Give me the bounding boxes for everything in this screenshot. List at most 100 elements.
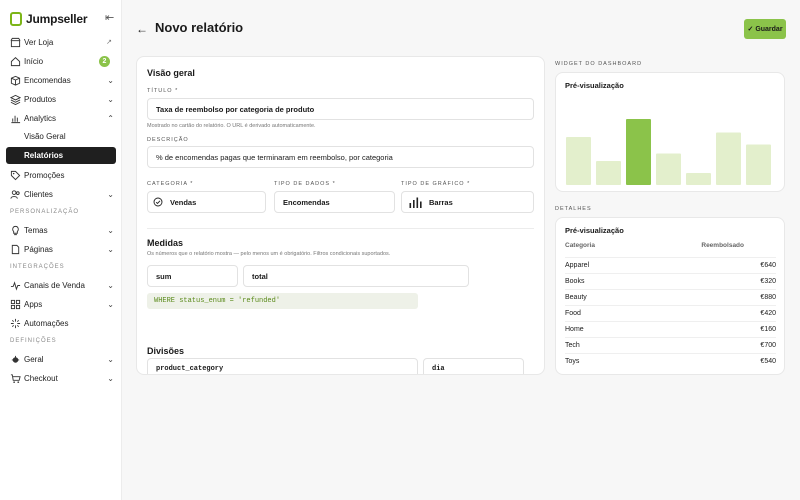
back-arrow-icon[interactable]: ← (136, 22, 148, 36)
sidebar-subitem-visao-geral[interactable]: Visão Geral (24, 132, 66, 141)
chevron-down-icon: ⌄ (107, 280, 114, 290)
row-refunded-value: €160 (760, 326, 776, 333)
page-icon (10, 244, 21, 255)
division-period-select[interactable]: dia (423, 358, 524, 374)
sidebar-item-paginas[interactable]: Páginas ⌄ (10, 241, 118, 257)
table-row: Toys €540 (565, 353, 776, 369)
sidebar-item-geral[interactable]: Geral ⌄ (10, 351, 118, 367)
sidebar-item-promocoes[interactable]: Promoções (10, 167, 118, 183)
table-row: Beauty €880 (565, 289, 776, 305)
category-select[interactable]: Vendas (147, 191, 266, 213)
sidebar-item-label: Analytics (24, 113, 57, 123)
sidebar-item-encomendas[interactable]: Encomendas ⌄ (10, 72, 118, 88)
description-field-label: DESCRIÇÃO (147, 137, 189, 143)
chevron-down-icon: ⌄ (107, 299, 114, 309)
table-row: Food €420 (565, 305, 776, 321)
column-header-refunded: Reembolsado (701, 242, 744, 249)
data-type-select[interactable]: Encomendas (274, 191, 395, 213)
chevron-down-icon: ⌄ (107, 94, 114, 104)
chevron-down-icon: ⌄ (107, 354, 114, 364)
row-category: Beauty (565, 294, 587, 301)
sidebar-item-ver-loja[interactable]: Ver Loja ↗ (10, 34, 118, 50)
chart-bar (626, 119, 651, 185)
measures-hint: Os números que o relatório mostra — pelo… (147, 251, 391, 257)
grid-icon (10, 299, 21, 310)
chevron-up-icon: ⌃ (107, 113, 114, 123)
chevron-down-icon: ⌄ (107, 189, 114, 199)
section-label-integracoes: INTEGRAÇÕES (10, 264, 65, 270)
check-icon: ✓ (747, 26, 754, 33)
widget-bar-chart (566, 119, 771, 185)
page-title: Novo relatório (155, 20, 244, 35)
jumpseller-logo-icon (10, 12, 22, 26)
row-category: Toys (565, 358, 580, 365)
table-row: Books €320 (565, 273, 776, 289)
chevron-down-icon: ⌄ (107, 225, 114, 235)
cart-icon (10, 373, 21, 384)
category-field-label: CATEGORIA * (147, 181, 194, 187)
sidebar-item-inicio[interactable]: Início 2 (10, 53, 118, 69)
chart-type-select[interactable]: Barras (401, 191, 534, 213)
brand[interactable]: Jumpseller (10, 12, 88, 26)
chart-bar (746, 144, 771, 185)
row-category: Books (565, 278, 585, 285)
row-refunded-value: €640 (760, 262, 776, 269)
divisions-section-title: Divisões (147, 346, 185, 356)
chart-bar (656, 153, 681, 185)
sidebar-item-temas[interactable]: Temas ⌄ (10, 222, 118, 238)
chart-bar (596, 161, 621, 185)
sidebar-item-produtos[interactable]: Produtos ⌄ (10, 91, 118, 107)
sidebar-item-analytics[interactable]: Analytics ⌃ (10, 110, 118, 126)
table-row: Apparel €640 (565, 257, 776, 273)
title-hint: Mostrado no cartão do relatório. O URL é… (147, 123, 316, 129)
chart-type-value: Barras (429, 197, 453, 207)
measure-field-select[interactable]: total (243, 265, 469, 287)
brand-name: Jumpseller (26, 12, 88, 26)
collapse-sidebar-icon[interactable]: ⇤ (105, 11, 114, 24)
sidebar-item-label: Automações (24, 318, 69, 328)
title-input[interactable]: Taxa de reembolso por categoria de produ… (147, 98, 534, 120)
sparkle-icon (10, 318, 21, 329)
category-value: Vendas (170, 197, 197, 207)
row-category: Food (565, 310, 581, 317)
details-section-label: DETALHES (555, 206, 592, 212)
chart-bar (566, 137, 591, 185)
chart-bar (716, 132, 741, 185)
bulb-icon (10, 225, 21, 236)
measure-function-select[interactable]: sum (147, 265, 238, 287)
sidebar-item-label: Ver Loja (24, 37, 54, 47)
sidebar-item-label: Temas (24, 225, 48, 235)
division-field-select[interactable]: product_category (147, 358, 418, 374)
report-form-card: Visão geral TÍTULO * Taxa de reembolso p… (136, 56, 545, 375)
details-preview-title: Pré-visualização (565, 226, 624, 235)
sidebar-subitem-relatorios[interactable]: Relatórios (6, 147, 116, 164)
save-button-label: Guardar (755, 25, 783, 33)
chevron-down-icon: ⌄ (107, 75, 114, 85)
description-input[interactable]: % de encomendas pagas que terminaram em … (147, 146, 534, 168)
sidebar-item-label: Canais de Venda (24, 280, 85, 290)
check-circle-icon (153, 197, 163, 209)
layers-icon (10, 94, 21, 105)
sidebar-item-label: Clientes (24, 189, 53, 199)
sidebar-item-label: Geral (24, 354, 44, 364)
measure-filter-code[interactable]: WHERE status_enum = 'refunded' (147, 293, 418, 309)
sidebar-item-apps[interactable]: Apps ⌄ (10, 296, 118, 312)
sidebar-item-clientes[interactable]: Clientes ⌄ (10, 186, 118, 202)
chart-bar (686, 173, 711, 185)
overview-section-title: Visão geral (147, 68, 195, 78)
chevron-down-icon: ⌄ (107, 373, 114, 383)
title-field-label: TÍTULO * (147, 88, 179, 94)
save-button[interactable]: ✓ Guardar (744, 19, 786, 39)
details-card: Pré-visualização Categoria Reembolsado A… (555, 217, 785, 375)
row-refunded-value: €700 (760, 342, 776, 349)
row-category: Apparel (565, 262, 590, 269)
table-row: Home €160 (565, 321, 776, 337)
gear-icon (10, 354, 21, 365)
pulse-icon (10, 280, 21, 291)
notification-badge: 2 (99, 55, 110, 67)
sidebar-item-checkout[interactable]: Checkout ⌄ (10, 370, 118, 386)
row-refunded-value: €320 (760, 278, 776, 285)
sidebar-item-canais-de-venda[interactable]: Canais de Venda ⌄ (10, 277, 118, 293)
sidebar-item-automacoes[interactable]: Automações (10, 315, 118, 331)
store-icon (10, 37, 21, 48)
